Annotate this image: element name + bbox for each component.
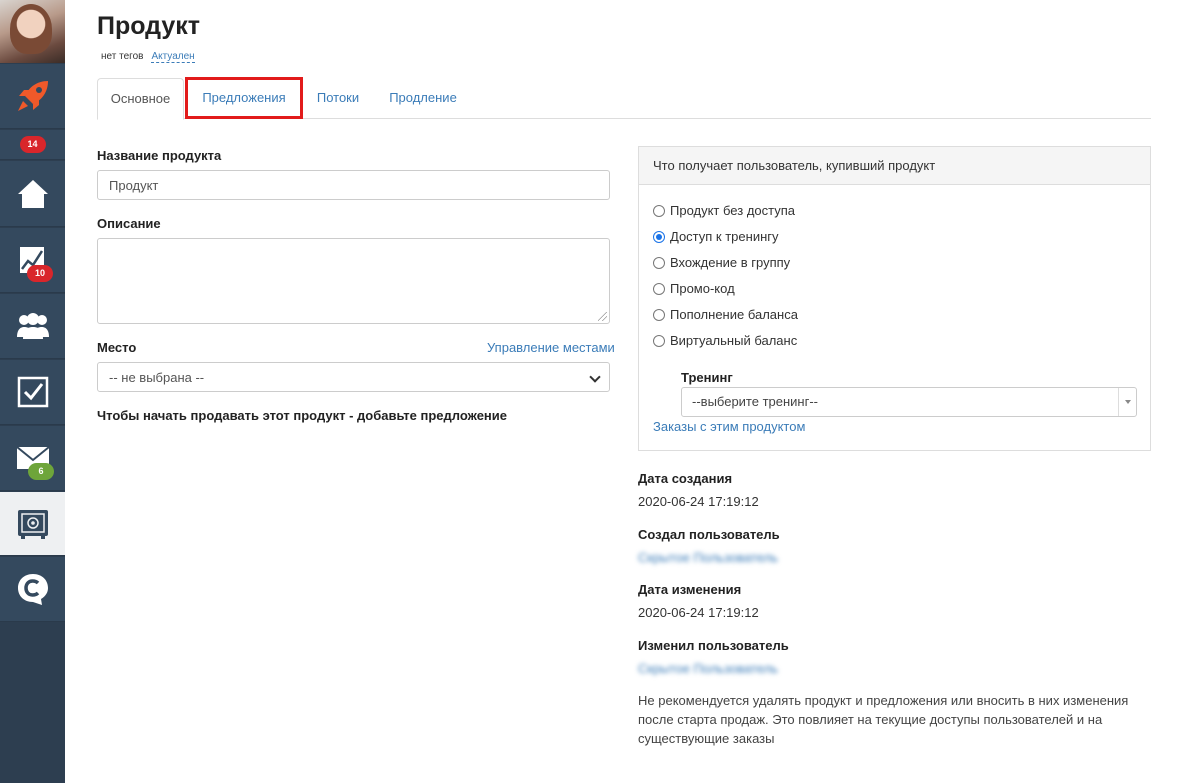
sidebar-item-chart[interactable]: 10 xyxy=(0,228,65,293)
tab-renewal[interactable]: Продление xyxy=(382,78,464,119)
orders-link[interactable]: Заказы с этим продуктом xyxy=(653,419,805,434)
radio-no-access[interactable] xyxy=(653,204,665,217)
home-icon xyxy=(17,179,48,208)
radio-virtual-balance[interactable] xyxy=(653,334,665,347)
option-training-access[interactable]: Доступ к тренингу xyxy=(653,229,779,244)
option-group[interactable]: Вхождение в группу xyxy=(653,255,790,270)
tabs-bar: Основное Предложения Потоки Продление xyxy=(97,78,1151,120)
page-title: Продукт xyxy=(97,12,201,40)
chevron-down-icon xyxy=(589,371,601,383)
panel-header: Что получает пользователь, купивший прод… xyxy=(639,147,1150,185)
notifications-badge: 14 xyxy=(19,136,46,153)
option-label: Продукт без доступа xyxy=(670,203,796,218)
sidebar-item-home[interactable] xyxy=(0,161,65,227)
resize-grip-icon[interactable] xyxy=(598,312,607,321)
sidebar-item-rocket[interactable] xyxy=(0,64,65,129)
tab-main[interactable]: Основное xyxy=(97,78,184,120)
sidebar-item-mail[interactable]: 6 xyxy=(0,426,65,491)
modified-label: Дата изменения xyxy=(638,582,742,597)
chat-icon xyxy=(17,574,48,605)
checkbox-icon xyxy=(17,376,48,408)
users-icon xyxy=(16,313,49,339)
creator-label: Создал пользователь xyxy=(638,527,780,542)
warning-note: Не рекомендуется удалять продукт и предл… xyxy=(638,693,1129,746)
chart-badge: 10 xyxy=(27,265,53,282)
product-name-input[interactable]: Продукт xyxy=(97,170,610,200)
place-select-value: -- не выбрана -- xyxy=(109,369,205,385)
modifier-label: Изменил пользователь xyxy=(638,638,789,653)
dropdown-arrow-icon xyxy=(1118,388,1136,416)
sidebar-item-chat[interactable] xyxy=(0,557,65,622)
option-balance[interactable]: Пополнение баланса xyxy=(653,307,798,322)
option-promo[interactable]: Промо-код xyxy=(653,281,735,296)
option-label: Вхождение в группу xyxy=(670,255,791,270)
status-link[interactable]: Актуален xyxy=(151,51,195,63)
sidebar-item-tasks[interactable] xyxy=(0,360,65,425)
option-label: Виртуальный баланс xyxy=(670,333,798,348)
modified-value: 2020-06-24 17:19:12 xyxy=(638,605,759,620)
tab-offers[interactable]: Предложения xyxy=(189,78,299,119)
modifier-value[interactable]: Скрытое Пользователь xyxy=(638,661,778,676)
manage-places-link[interactable]: Управление местами xyxy=(487,340,615,355)
tags-text[interactable]: нет тегов xyxy=(101,51,143,62)
created-label: Дата создания xyxy=(638,471,733,486)
option-no-access[interactable]: Продукт без доступа xyxy=(653,203,795,218)
place-select[interactable]: -- не выбрана -- xyxy=(97,362,610,392)
radio-group[interactable] xyxy=(653,256,665,269)
sidebar: 14 10 6 xyxy=(0,0,65,783)
avatar[interactable] xyxy=(0,0,65,63)
option-label: Доступ к тренингу xyxy=(670,229,779,244)
rocket-icon xyxy=(17,81,48,111)
creator-value[interactable]: Скрытое Пользователь xyxy=(638,550,778,565)
radio-training-access[interactable] xyxy=(653,230,665,243)
radio-promo[interactable] xyxy=(653,282,665,295)
option-virtual-balance[interactable]: Виртуальный баланс xyxy=(653,333,797,348)
product-name-label: Название продукта xyxy=(97,148,222,163)
offers-hint: Чтобы начать продавать этот продукт - до… xyxy=(97,408,507,423)
tags-row: нет тегов Актуален xyxy=(101,51,195,63)
training-select-value: --выберите тренинг-- xyxy=(692,394,819,409)
description-label: Описание xyxy=(97,216,161,231)
mail-badge: 6 xyxy=(28,463,54,480)
sidebar-item-users[interactable] xyxy=(0,294,65,359)
radio-balance[interactable] xyxy=(653,308,665,321)
description-textarea[interactable] xyxy=(97,238,610,324)
access-panel: Что получает пользователь, купивший прод… xyxy=(638,146,1151,451)
place-label: Место xyxy=(97,340,137,355)
safe-icon xyxy=(17,509,48,539)
created-value: 2020-06-24 17:19:12 xyxy=(638,494,759,509)
tab-streams[interactable]: Потоки xyxy=(306,78,370,119)
training-select[interactable]: --выберите тренинг-- xyxy=(681,387,1137,417)
option-label: Пополнение баланса xyxy=(670,307,798,322)
training-label: Тренинг xyxy=(681,370,733,385)
sidebar-item-safe[interactable] xyxy=(0,492,65,556)
sidebar-item-notifications[interactable]: 14 xyxy=(0,130,65,160)
option-label: Промо-код xyxy=(670,281,735,296)
